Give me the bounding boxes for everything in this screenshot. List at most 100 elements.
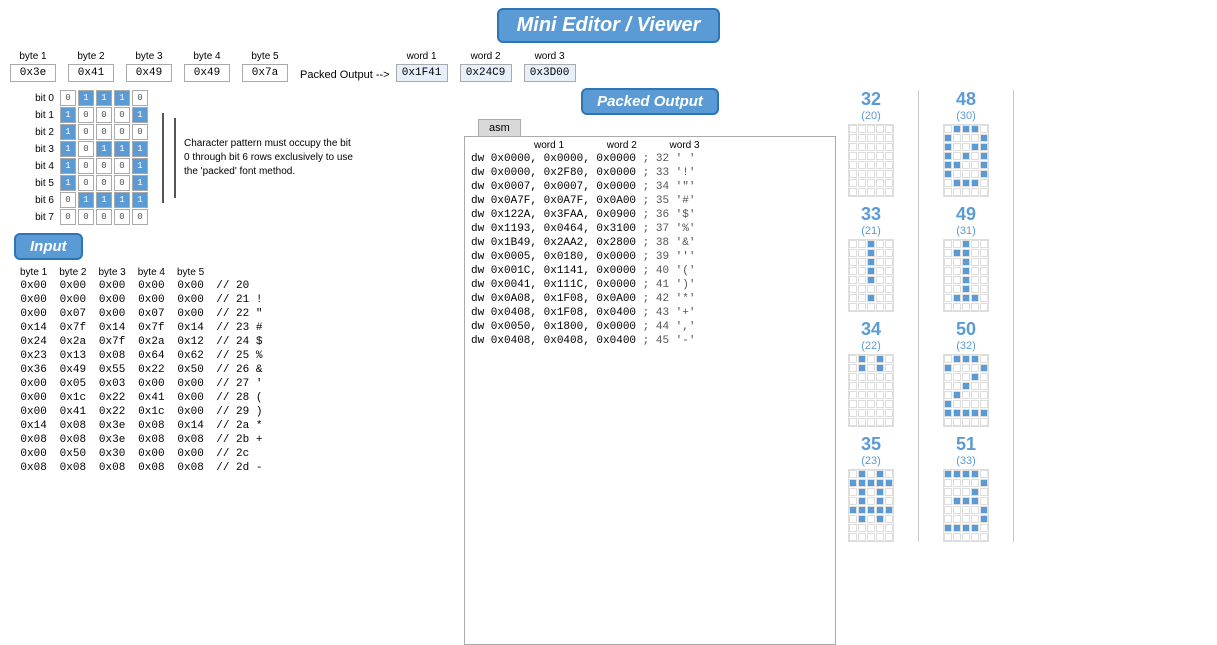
input-cell-r4-c5: // 24 $ bbox=[210, 335, 268, 349]
bit-cell-r7-c4[interactable]: 0 bbox=[132, 209, 148, 225]
bit-cell-r1-c4[interactable]: 1 bbox=[132, 107, 148, 123]
bit-cell-r4-c1[interactable]: 0 bbox=[78, 158, 94, 174]
bit-cell-r3-c4[interactable]: 1 bbox=[132, 141, 148, 157]
bit-cell-r0-c2[interactable]: 1 bbox=[96, 90, 112, 106]
packed-code-0: dw 0x0000, 0x0000, 0x0000 bbox=[471, 153, 636, 165]
char-pixel-r6-c3 bbox=[876, 179, 884, 187]
bit-cell-r1-c1[interactable]: 0 bbox=[78, 107, 94, 123]
bit-cell-r7-c3[interactable]: 0 bbox=[114, 209, 130, 225]
packed-comment-4: ; 36 '$' bbox=[643, 209, 696, 221]
bit-cell-r4-c0[interactable]: 1 bbox=[60, 158, 76, 174]
bit-cell-r0-c3[interactable]: 1 bbox=[114, 90, 130, 106]
bit-cell-r7-c0[interactable]: 0 bbox=[60, 209, 76, 225]
bit-cell-r6-c4[interactable]: 1 bbox=[132, 192, 148, 208]
bit-cell-r2-c4[interactable]: 0 bbox=[132, 124, 148, 140]
asm-tab[interactable]: asm bbox=[478, 119, 521, 136]
input-cell-r7-c1: 0x05 bbox=[53, 377, 92, 391]
input-cell-r12-c5: // 2c bbox=[210, 447, 268, 461]
char-pixel-r5-c0 bbox=[944, 170, 952, 178]
bit-cell-r3-c3[interactable]: 1 bbox=[114, 141, 130, 157]
input-cell-r11-c2: 0x3e bbox=[93, 433, 132, 447]
byte-label-3: byte 3 bbox=[135, 51, 162, 62]
input-cell-r13-c1: 0x08 bbox=[53, 461, 92, 475]
char-pixel-r4-c2 bbox=[867, 161, 875, 169]
char-preview-column: 48(30)49(31)50(32)51(33) bbox=[943, 90, 989, 542]
bit-cell-r0-c1[interactable]: 1 bbox=[78, 90, 94, 106]
bit-cell-r3-c0[interactable]: 1 bbox=[60, 141, 76, 157]
byte-input-1[interactable] bbox=[10, 64, 56, 82]
word-input-3[interactable] bbox=[524, 64, 576, 82]
char-pixel-r7-c3 bbox=[876, 303, 884, 311]
input-cell-r5-c4: 0x62 bbox=[171, 349, 210, 363]
word-input-2[interactable] bbox=[460, 64, 512, 82]
bit-cell-r3-c2[interactable]: 1 bbox=[96, 141, 112, 157]
bit-cell-r5-c1[interactable]: 0 bbox=[78, 175, 94, 191]
word-input-1[interactable] bbox=[396, 64, 448, 82]
char-pixel-r4-c4 bbox=[980, 391, 988, 399]
char-pixel-r4-c1 bbox=[953, 506, 961, 514]
bit-cell-r0-c0[interactable]: 0 bbox=[60, 90, 76, 106]
bit-cell-r6-c0[interactable]: 0 bbox=[60, 192, 76, 208]
input-table-area: byte 1byte 2byte 3byte 4byte 5 0x000x000… bbox=[4, 264, 456, 475]
bit-cell-r2-c1[interactable]: 0 bbox=[78, 124, 94, 140]
bit-cell-r1-c0[interactable]: 1 bbox=[60, 107, 76, 123]
bit-cell-r2-c2[interactable]: 0 bbox=[96, 124, 112, 140]
char-pixel-r4-c4 bbox=[885, 161, 893, 169]
char-pixel-r6-c2 bbox=[867, 294, 875, 302]
bit-cell-r2-c3[interactable]: 0 bbox=[114, 124, 130, 140]
byte-input-3[interactable] bbox=[126, 64, 172, 82]
right-divider bbox=[1013, 90, 1014, 542]
char-pixel-r2-c2 bbox=[867, 373, 875, 381]
char-pixel-r3-c2 bbox=[867, 382, 875, 390]
bit-cell-r4-c2[interactable]: 0 bbox=[96, 158, 112, 174]
table-row: 0x080x080x080x080x08// 2d - bbox=[14, 461, 268, 475]
char-pixel-r7-c2 bbox=[962, 533, 970, 541]
table-row: dw 0x0408, 0x1F08, 0x0400 ; 43 '+' bbox=[469, 306, 831, 320]
bit-cell-r5-c2[interactable]: 0 bbox=[96, 175, 112, 191]
bit-cell-r0-c4[interactable]: 0 bbox=[132, 90, 148, 106]
bit-cell-r4-c3[interactable]: 0 bbox=[114, 158, 130, 174]
table-row: dw 0x0007, 0x0007, 0x0000 ; 34 '"' bbox=[469, 180, 831, 194]
bit-cell-r7-c2[interactable]: 0 bbox=[96, 209, 112, 225]
char-pixel-r4-c1 bbox=[858, 161, 866, 169]
input-cell-r1-c5: // 21 ! bbox=[210, 293, 268, 307]
char-pixel-r5-c2 bbox=[867, 400, 875, 408]
bit-cell-r6-c3[interactable]: 1 bbox=[114, 192, 130, 208]
char-pixel-r1-c2 bbox=[867, 479, 875, 487]
char-pixel-r5-c4 bbox=[980, 170, 988, 178]
byte-input-2[interactable] bbox=[68, 64, 114, 82]
bit-cell-r7-c1[interactable]: 0 bbox=[78, 209, 94, 225]
bit-cell-r1-c3[interactable]: 0 bbox=[114, 107, 130, 123]
bit-cell-r6-c1[interactable]: 1 bbox=[78, 192, 94, 208]
char-pixel-r1-c4 bbox=[980, 479, 988, 487]
char-pixel-r4-c2 bbox=[962, 391, 970, 399]
char-pixel-r6-c1 bbox=[953, 179, 961, 187]
bit-cell-r3-c1[interactable]: 0 bbox=[78, 141, 94, 157]
char-pixel-r4-c1 bbox=[858, 391, 866, 399]
packed-row-4: dw 0x122A, 0x3FAA, 0x0900 ; 36 '$' bbox=[469, 208, 831, 222]
bit-cell-r5-c3[interactable]: 0 bbox=[114, 175, 130, 191]
char-pixel-r1-c4 bbox=[980, 249, 988, 257]
input-cell-r10-c4: 0x14 bbox=[171, 419, 210, 433]
table-row: 0x000x000x000x000x00// 20 bbox=[14, 279, 268, 293]
bit-cell-r2-c0[interactable]: 1 bbox=[60, 124, 76, 140]
char-pixel-r6-c4 bbox=[885, 294, 893, 302]
bit-cell-r1-c2[interactable]: 0 bbox=[96, 107, 112, 123]
packed-comment-1: ; 33 '!' bbox=[643, 167, 696, 179]
byte-input-5[interactable] bbox=[242, 64, 288, 82]
bit-cell-r4-c4[interactable]: 1 bbox=[132, 158, 148, 174]
bit-cell-r5-c4[interactable]: 1 bbox=[132, 175, 148, 191]
char-pixel-r6-c0 bbox=[849, 179, 857, 187]
input-cell-r4-c1: 0x2a bbox=[53, 335, 92, 349]
packed-comment-7: ; 39 ''' bbox=[643, 251, 696, 263]
byte-input-4[interactable] bbox=[184, 64, 230, 82]
right-panel: 32(20)33(21)34(22)35(23)48(30)49(31)50(3… bbox=[840, 86, 1217, 645]
char-pixel-r2-c3 bbox=[876, 373, 884, 381]
bit-cell-r5-c0[interactable]: 1 bbox=[60, 175, 76, 191]
input-cell-r7-c2: 0x03 bbox=[93, 377, 132, 391]
char-pixel-r0-c2 bbox=[867, 470, 875, 478]
char-pixel-r1-c3 bbox=[876, 479, 884, 487]
bit-cell-r6-c2[interactable]: 1 bbox=[96, 192, 112, 208]
input-cell-r2-c4: 0x00 bbox=[171, 307, 210, 321]
input-cell-r5-c3: 0x64 bbox=[132, 349, 171, 363]
